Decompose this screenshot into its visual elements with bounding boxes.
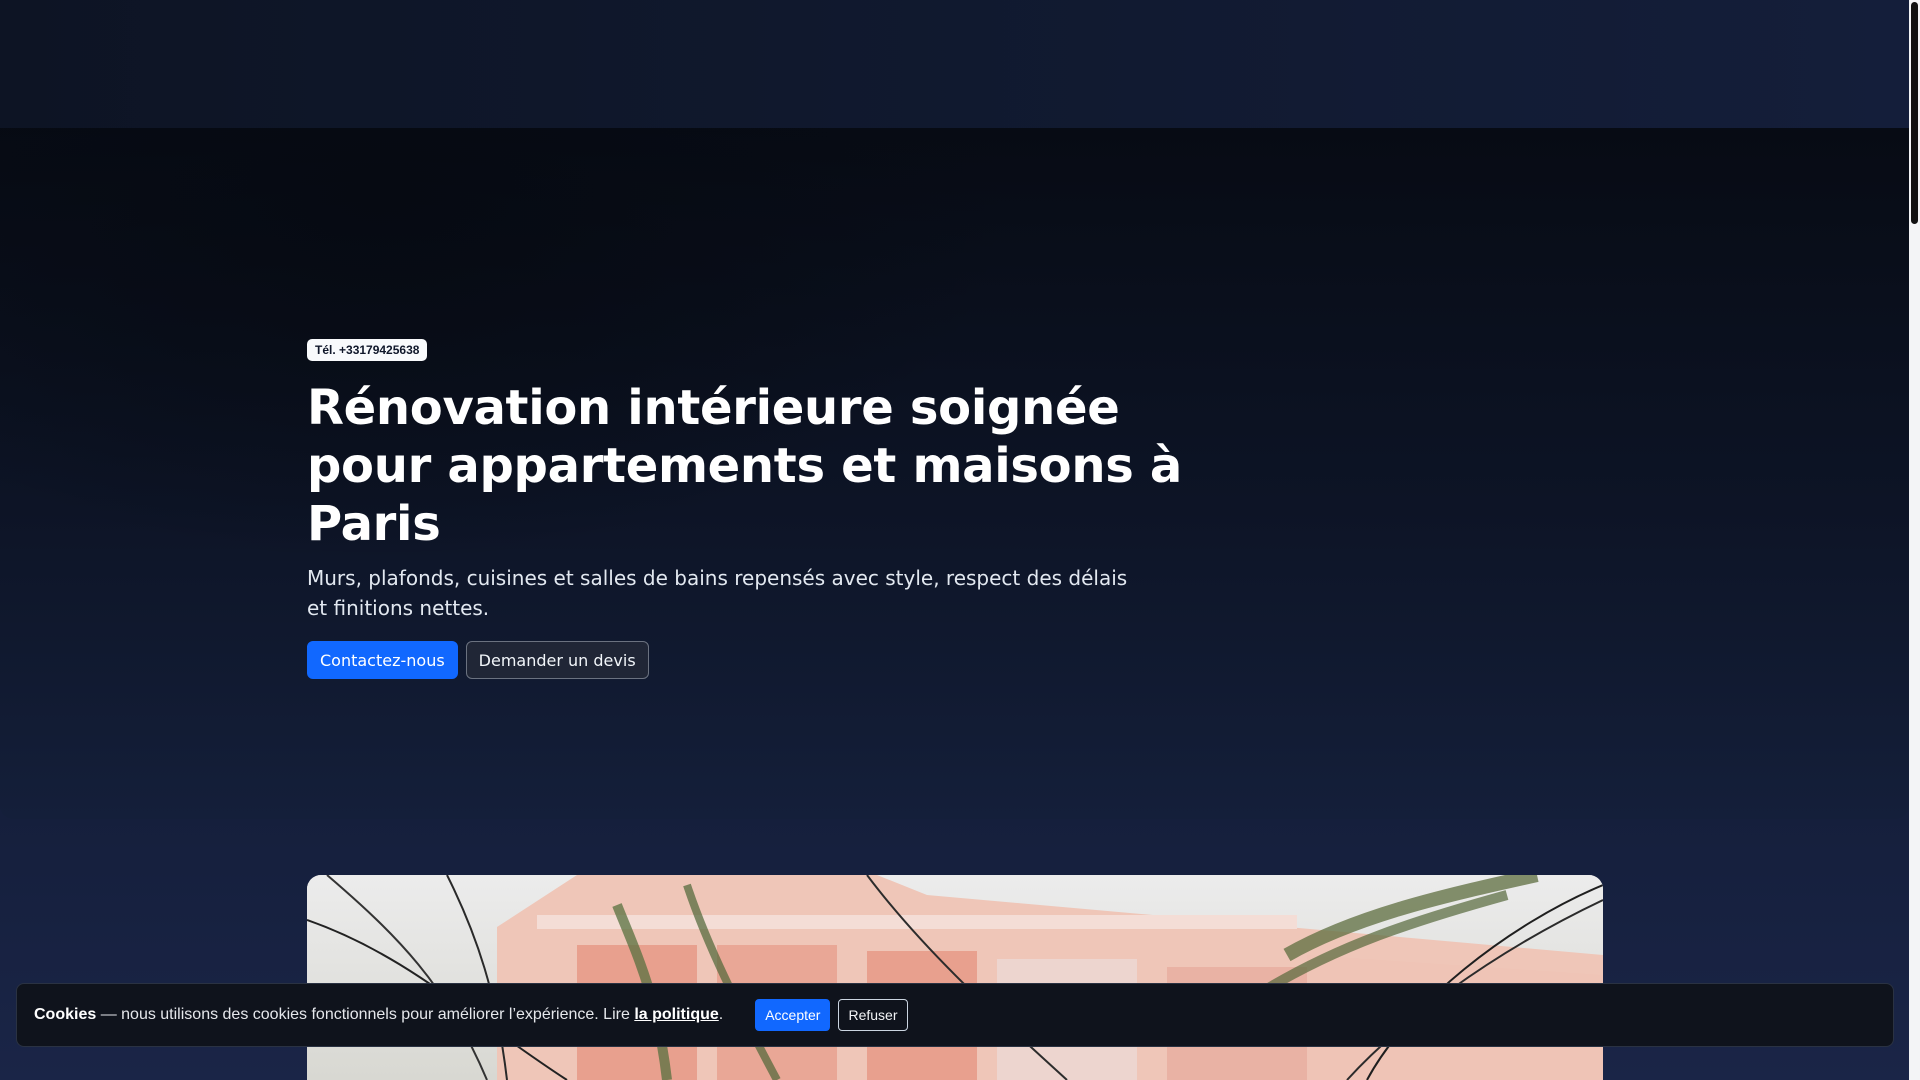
cookie-policy-link[interactable]: la politique [634, 1006, 718, 1023]
page: Tél. +33179425638 Rénovation intérieure … [0, 0, 1920, 1080]
cookie-period: . [718, 1006, 724, 1023]
page-scrollbar[interactable] [1909, 0, 1920, 1080]
cookie-banner: Cookies — nous utilisons des cookies fon… [16, 983, 1894, 1047]
cookie-message: Cookies — nous utilisons des cookies fon… [34, 1006, 723, 1024]
phone-badge[interactable]: Tél. +33179425638 [307, 339, 428, 361]
hero-content: Tél. +33179425638 Rénovation intérieure … [307, 339, 1207, 679]
hero-cta-row: Contactez-nous Demander un devis [307, 641, 1207, 679]
hero-section: Tél. +33179425638 Rénovation intérieure … [0, 128, 1909, 819]
hero-title: Rénovation intérieure soignée pour appar… [307, 380, 1182, 552]
scrollbar-thumb[interactable] [1911, 2, 1918, 224]
request-quote-button[interactable]: Demander un devis [465, 641, 649, 679]
contact-button[interactable]: Contactez-nous [307, 641, 458, 679]
cookie-accept-button[interactable]: Accepter [755, 999, 831, 1031]
top-navigation-bar [0, 0, 1909, 128]
cookie-text: — nous utilisons des cookies fonctionnel… [96, 1006, 635, 1023]
hero-subtitle: Murs, plafonds, cuisines et salles de ba… [307, 566, 1128, 620]
cookie-actions: Accepter Refuser [755, 999, 908, 1031]
building-photo-illustration [307, 875, 1603, 1080]
building-photo [307, 875, 1603, 1080]
cookie-label: Cookies [34, 1006, 97, 1023]
cookie-refuse-button[interactable]: Refuser [838, 999, 908, 1031]
